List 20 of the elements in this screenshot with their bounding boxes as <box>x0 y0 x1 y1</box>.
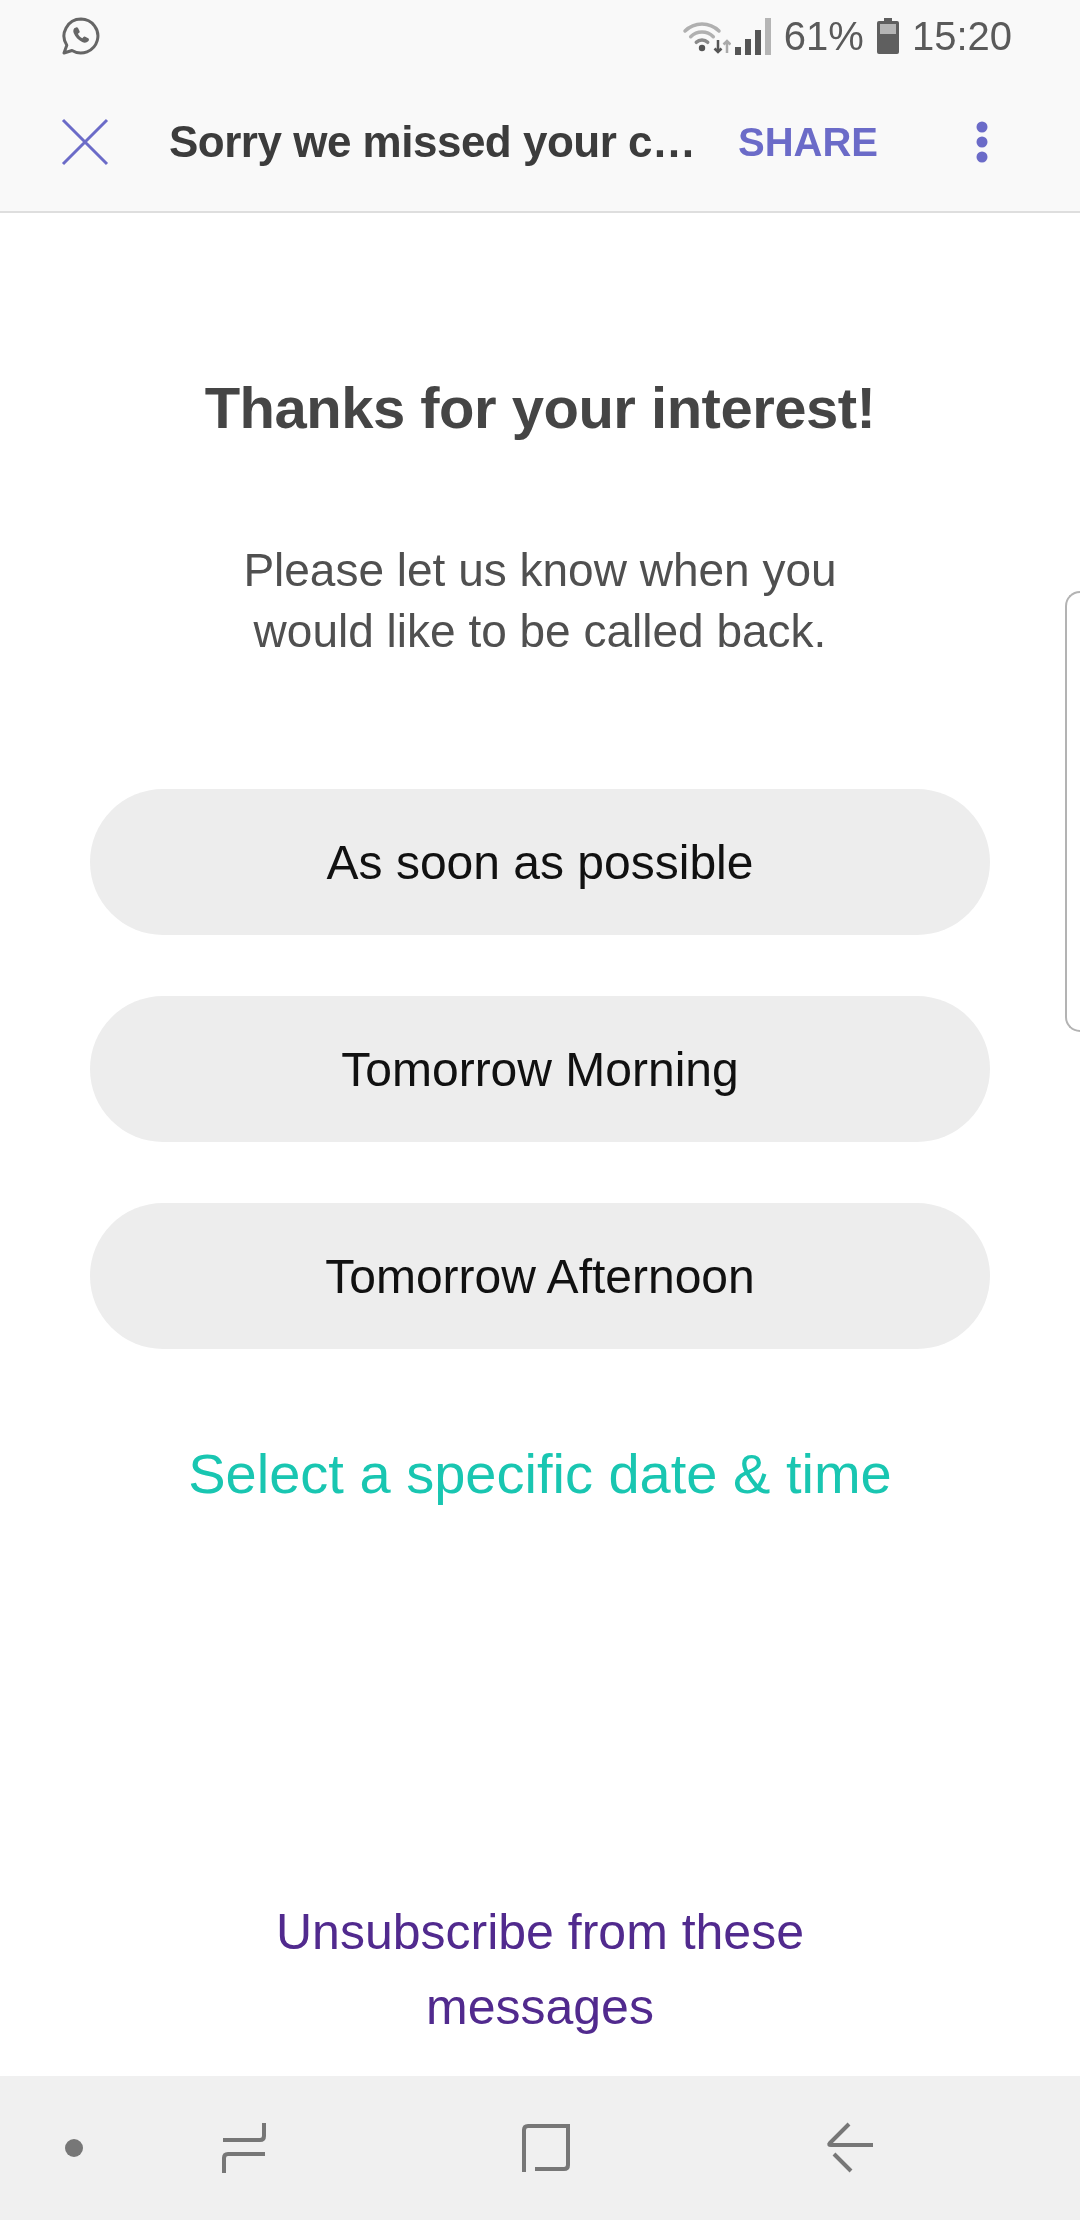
message-text: Please let us know when you would like to be called back. <box>242 543 838 659</box>
option-button[interactable]: Tomorrow Afternoon <box>90 1203 990 1349</box>
edge-panel-handle[interactable] <box>1065 591 1080 1032</box>
phone-bubble-icon <box>61 16 101 56</box>
option-button[interactable]: Tomorrow Morning <box>90 996 990 1142</box>
home-icon[interactable] <box>521 2123 571 2173</box>
battery-icon <box>875 18 900 54</box>
battery-percentage: 61% <box>783 13 864 60</box>
signal-icon <box>734 17 772 55</box>
option-button[interactable]: As soon as possible <box>90 789 990 935</box>
back-icon[interactable] <box>826 2122 874 2174</box>
more-options-icon[interactable] <box>976 120 988 163</box>
toolbar-title: Sorry we missed your c… <box>169 116 696 167</box>
dot-icon[interactable] <box>65 2139 83 2157</box>
recent-apps-icon[interactable] <box>221 2121 267 2175</box>
heading: Thanks for your interest! <box>204 374 876 442</box>
clock-time: 15:20 <box>911 13 1012 60</box>
share-button[interactable]: SHARE <box>737 117 878 166</box>
close-icon[interactable] <box>61 117 109 166</box>
unsubscribe-link[interactable]: Unsubscribe from these messages <box>230 1895 850 2045</box>
